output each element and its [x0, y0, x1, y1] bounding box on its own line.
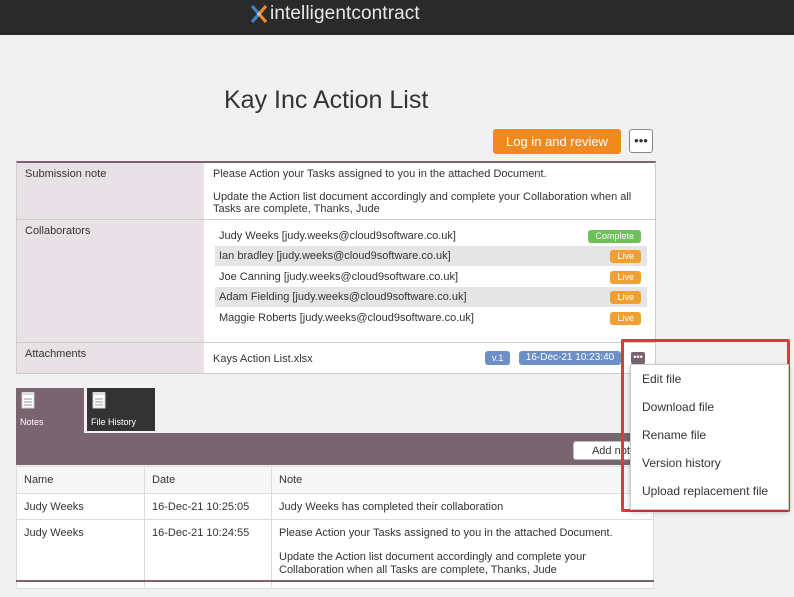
collaborator-item: Judy Weeks [judy.weeks@cloud9software.co… — [215, 226, 647, 246]
note-text: Please Action your Tasks assigned to you… — [271, 519, 654, 589]
logo-text: intelligentcontract — [270, 3, 420, 24]
collaborator-item: Joe Canning [judy.weeks@cloud9software.c… — [215, 267, 647, 287]
attachments-row: Attachments Kays Action List.xlsx v.1 16… — [17, 343, 655, 373]
collaborator-name: Maggie Roberts [judy.weeks@cloud9softwar… — [219, 312, 474, 324]
top-bar: intelligentcontract — [0, 0, 794, 35]
submission-note-text: Please Action your Tasks assigned to you… — [213, 168, 645, 226]
note-text: Judy Weeks has completed their collabora… — [271, 493, 654, 520]
status-badge: Live — [610, 291, 641, 304]
log-in-and-review-button[interactable]: Log in and review — [493, 129, 621, 154]
collaborator-item: Maggie Roberts [judy.weeks@cloud9softwar… — [215, 308, 647, 328]
note-paragraph: Update the Action list document accordin… — [279, 551, 586, 576]
version-badge: v.1 — [485, 351, 511, 365]
note-author: Judy Weeks — [16, 493, 145, 520]
collaboration-details-panel: Submission note Please Action your Tasks… — [16, 161, 656, 374]
status-badge: Live — [610, 271, 641, 284]
notepad-icon — [21, 392, 35, 409]
table-row: Judy Weeks 16-Dec-21 10:24:55 Please Act… — [16, 519, 654, 589]
collaborator-item: Ian bradley [judy.weeks@cloud9software.c… — [215, 246, 647, 266]
collaborators-row: Collaborators Judy Weeks [judy.weeks@clo… — [17, 220, 655, 343]
more-options-button[interactable]: ••• — [629, 129, 653, 153]
submission-note-paragraph: Update the Action list document accordin… — [213, 191, 632, 215]
notes-table: Name Date Note Judy Weeks 16-Dec-21 10:2… — [16, 466, 654, 589]
column-header-date: Date — [144, 466, 272, 494]
tab-notes[interactable]: Notes — [16, 388, 84, 434]
table-header-row: Name Date Note — [16, 466, 654, 494]
note-date: 16-Dec-21 10:24:55 — [144, 519, 272, 589]
menu-item-upload-replacement-file[interactable]: Upload replacement file — [642, 484, 768, 498]
status-badge: Live — [610, 312, 641, 325]
tab-notes-label: Notes — [20, 417, 44, 427]
collaborator-name: Adam Fielding [judy.weeks@cloud9software… — [219, 291, 467, 303]
attachment-date-badge: 16-Dec-21 10:23:40 — [519, 351, 621, 365]
attachment-context-menu: Edit file Download file Rename file Vers… — [630, 364, 789, 510]
menu-item-rename-file[interactable]: Rename file — [642, 428, 706, 442]
column-header-note: Note — [271, 466, 654, 494]
note-date: 16-Dec-21 10:25:05 — [144, 493, 272, 520]
menu-item-edit-file[interactable]: Edit file — [642, 372, 681, 386]
submission-note-label: Submission note — [25, 168, 107, 180]
note-paragraph: Please Action your Tasks assigned to you… — [279, 527, 613, 539]
tab-file-history-label: File History — [91, 417, 137, 427]
notes-toolbar: Add note — [16, 433, 655, 465]
table-row: Judy Weeks 16-Dec-21 10:25:05 Judy Weeks… — [16, 493, 654, 520]
column-header-name: Name — [16, 466, 145, 494]
page-title: Kay Inc Action List — [224, 86, 429, 114]
tab-file-history[interactable]: File History — [87, 388, 155, 431]
note-author: Judy Weeks — [16, 519, 145, 589]
submission-note-row: Submission note Please Action your Tasks… — [17, 163, 655, 220]
collaborator-item: Adam Fielding [judy.weeks@cloud9software… — [215, 287, 647, 307]
menu-item-download-file[interactable]: Download file — [642, 400, 714, 414]
status-badge: Complete — [588, 230, 641, 243]
attachments-label: Attachments — [25, 348, 87, 360]
attachment-file-name[interactable]: Kays Action List.xlsx — [213, 353, 313, 365]
intelligentcontract-logo-icon — [250, 4, 268, 24]
status-badge: Live — [610, 250, 641, 263]
notes-bottom-border — [16, 580, 654, 582]
submission-note-paragraph: Please Action your Tasks assigned to you… — [213, 168, 547, 180]
collaborator-name: Ian bradley [judy.weeks@cloud9software.c… — [219, 250, 451, 262]
collaborator-name: Judy Weeks [judy.weeks@cloud9software.co… — [219, 230, 456, 242]
collaborators-label: Collaborators — [25, 225, 91, 237]
notepad-icon — [92, 392, 106, 409]
collaborator-name: Joe Canning [judy.weeks@cloud9software.c… — [219, 271, 459, 283]
menu-item-version-history[interactable]: Version history — [642, 456, 721, 470]
logo[interactable]: intelligentcontract — [250, 3, 420, 25]
